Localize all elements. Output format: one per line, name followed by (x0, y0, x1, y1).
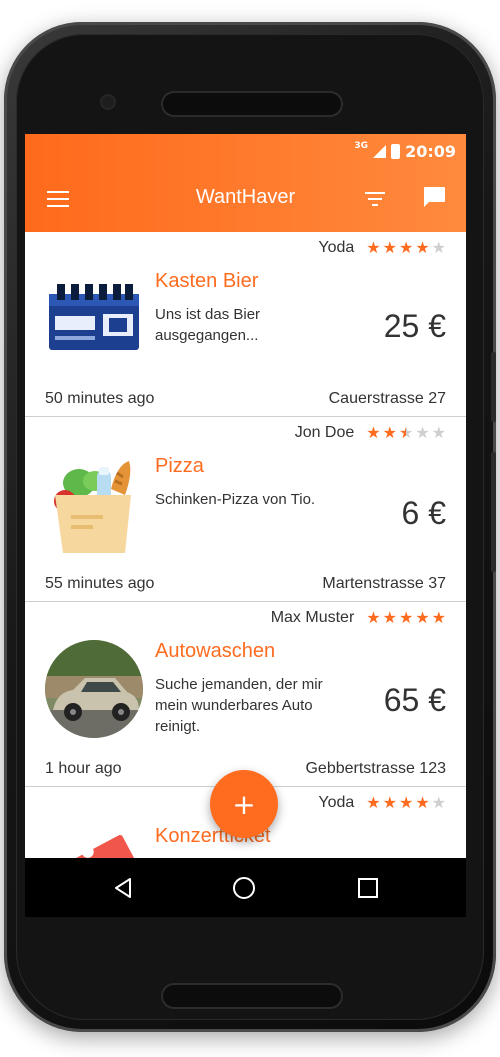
user-name: Jon Doe (294, 424, 355, 441)
star-icon: ★ (431, 240, 446, 257)
star-icon: ★ (415, 795, 430, 812)
filter-icon[interactable] (365, 192, 385, 206)
star-icon: ★ (415, 240, 430, 257)
status-bar: 3G 20:09 (354, 139, 456, 163)
home-icon[interactable] (214, 858, 274, 917)
listing-user: Jon Doe ★ ★ ★ ★ ★ (295, 423, 446, 443)
app-title: WantHaver (195, 186, 296, 208)
chat-icon[interactable] (422, 186, 446, 208)
star-icon: ★ (382, 240, 397, 257)
user-name: Yoda (318, 794, 355, 811)
listing-title: Kasten Bier (155, 270, 259, 292)
listing-address: Martenstrasse 37 (322, 575, 446, 592)
star-half-icon: ★ (398, 425, 414, 442)
star-icon: ★ (366, 610, 381, 627)
add-listing-button[interactable]: + (210, 770, 278, 838)
listing-user: Yoda ★ ★ ★ ★ ★ (318, 238, 446, 258)
front-camera (102, 96, 114, 108)
star-icon: ★ (431, 610, 446, 627)
listing-user: Yoda ★ ★ ★ ★ ★ (318, 793, 446, 813)
app-bar: 3G 20:09 WantHaver (25, 134, 466, 232)
listing-card[interactable]: Jon Doe ★ ★ ★ ★ ★ Pizza Schinken-Pizza v… (25, 417, 466, 602)
star-icon: ★ (366, 795, 381, 812)
listing-description: Suche jemanden, der mir mein wunderbares… (155, 676, 323, 735)
listing-time: 50 minutes ago (45, 390, 155, 407)
listing-card[interactable]: Yoda ★ ★ ★ ★ ★ Kasten Bier Uns ist das Bier … (25, 232, 466, 417)
star-icon: ★ (398, 795, 414, 812)
star-icon: ★ (431, 795, 446, 812)
rating-stars: ★ ★ ★ ★ ★ (366, 608, 446, 628)
star-icon: ★ (382, 610, 397, 627)
star-icon: ★ (366, 240, 381, 257)
bottom-speaker (163, 985, 341, 1007)
star-icon: ★ (431, 425, 446, 442)
star-icon: ★ (382, 795, 397, 812)
star-icon: ★ (415, 425, 430, 442)
listing-card[interactable]: Max Muster ★ ★ ★ ★ ★ Autowaschen Suche j… (25, 602, 466, 787)
star-icon: ★ (398, 240, 414, 257)
listing-price: 25 € (383, 308, 446, 344)
listing-price: 6 € (401, 495, 446, 531)
network-type: 3G (354, 141, 369, 151)
screen: 3G 20:09 WantHaver Yoda ★ ★ ★ ★ ★ Kasten… (25, 134, 466, 917)
listing-description: Uns ist das Bier ausgegangen... (155, 306, 261, 344)
dirty-car-photo (45, 640, 143, 738)
listing-price: 65 € (383, 682, 446, 718)
star-icon: ★ (398, 610, 414, 627)
rating-stars: ★ ★ ★ ★ ★ (366, 238, 446, 258)
listing-title: Pizza (155, 455, 204, 477)
listing-address: Cauerstrasse 27 (328, 390, 446, 407)
recents-icon[interactable] (338, 858, 398, 917)
toolbar: WantHaver (25, 182, 466, 216)
star-icon: ★ (382, 425, 397, 442)
rating-stars: ★ ★ ★ ★ ★ (366, 793, 446, 813)
beer-crate-image (45, 270, 143, 368)
earpiece-speaker (163, 93, 341, 115)
back-icon[interactable] (93, 858, 153, 917)
system-navigation-bar (25, 858, 466, 917)
power-button (491, 452, 496, 572)
listing-time: 55 minutes ago (45, 575, 155, 592)
listing-description: Schinken-Pizza von Tio. (155, 491, 316, 508)
listing-feed[interactable]: Yoda ★ ★ ★ ★ ★ Kasten Bier Uns ist das Bier … (25, 232, 466, 858)
star-icon: ★ (366, 425, 381, 442)
ticket-icon (45, 821, 143, 858)
volume-button (491, 352, 496, 422)
status-time: 20:09 (405, 141, 456, 161)
listing-address: Gebbertstrasse 123 (305, 760, 446, 777)
signal-icon (373, 144, 387, 158)
listing-title: Autowaschen (155, 640, 276, 662)
star-icon: ★ (415, 610, 430, 627)
listing-time: 1 hour ago (45, 760, 122, 777)
listing-user: Max Muster ★ ★ ★ ★ ★ (271, 608, 446, 628)
grocery-bag-icon (45, 455, 143, 553)
battery-icon (391, 143, 401, 159)
user-name: Yoda (318, 239, 355, 256)
rating-stars: ★ ★ ★ ★ ★ (366, 423, 446, 443)
user-name: Max Muster (270, 609, 355, 626)
